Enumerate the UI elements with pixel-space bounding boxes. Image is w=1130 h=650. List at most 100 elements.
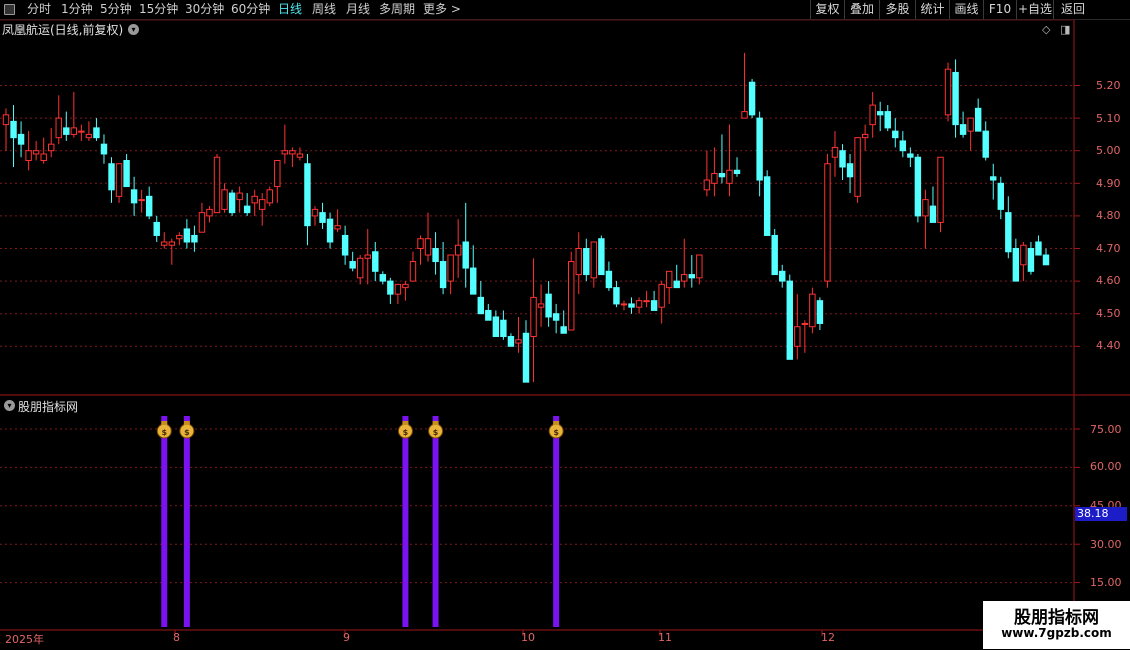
watermark-url: www.7gpzb.com — [1001, 626, 1112, 640]
candle-body-up — [85, 133, 93, 139]
money-bag-symbol: $ — [433, 428, 439, 437]
candle-body-down — [63, 127, 70, 135]
candle-body-down — [892, 130, 899, 139]
candle-body-down — [688, 274, 696, 279]
candle-body-up — [726, 169, 733, 184]
candle-body-up — [809, 293, 816, 328]
candle-body-down — [191, 234, 198, 243]
price-label: 4.80 — [1096, 209, 1121, 222]
candle-body-up — [25, 150, 32, 161]
candle-body-down — [763, 176, 771, 236]
signal-bar — [161, 416, 168, 627]
candle-body-up — [311, 208, 319, 217]
candle-body-up — [70, 127, 78, 135]
candle-body-down — [816, 300, 824, 324]
candle-body-up — [424, 238, 432, 256]
candle-body-down — [733, 169, 741, 175]
candle-body-down — [959, 124, 967, 135]
candle-body-up — [711, 173, 718, 184]
candle-body-up — [266, 189, 273, 204]
x-axis-label: 12 — [821, 631, 835, 644]
money-bag-symbol: $ — [184, 428, 190, 437]
candle-body-down — [914, 156, 922, 217]
candle-body-down — [439, 261, 447, 289]
candle-body-up — [296, 153, 304, 158]
candle-body-up — [334, 225, 341, 230]
candle-body-up — [515, 339, 522, 344]
candle-body-down — [470, 267, 477, 295]
diamond-icon[interactable]: ◇ — [1042, 23, 1050, 36]
candle-body-up — [643, 300, 650, 303]
candle-body-up — [922, 199, 929, 217]
candle-body-down — [1012, 248, 1020, 282]
candle-body-down — [605, 270, 613, 289]
candle-body-up — [409, 261, 417, 282]
candle-body-down — [17, 133, 25, 145]
signal-bar — [553, 416, 560, 627]
candle-body-down — [145, 195, 153, 217]
candle-body-up — [590, 241, 598, 279]
candle-body-up — [48, 143, 55, 152]
indicator-bars: $ $ $ $ $ — [156, 416, 564, 627]
candle-body-down — [952, 71, 959, 126]
candle-body-up — [417, 238, 424, 250]
chart-title: 凤凰航运(日线,前复权) — [2, 21, 123, 38]
candle-body-down — [130, 189, 138, 204]
watermark-title: 股朋指标网 — [1014, 608, 1099, 628]
candle-body-down — [372, 251, 379, 272]
price-label: 4.90 — [1096, 177, 1121, 190]
candle-body-down — [839, 150, 846, 168]
chart-options-dropdown-icon[interactable]: ▾ — [128, 24, 139, 35]
candle-body-down — [387, 280, 394, 295]
price-label: 5.00 — [1096, 144, 1121, 157]
candle-body-down — [560, 326, 567, 334]
x-axis-label: 11 — [658, 631, 672, 644]
candle-body-down — [1005, 212, 1012, 253]
candle-body-up — [206, 208, 213, 217]
signal-bar — [432, 416, 439, 627]
candle-body-down — [718, 173, 726, 178]
candle-body-down — [93, 127, 100, 139]
candle-body-up — [861, 133, 869, 139]
candle-body-up — [447, 254, 454, 282]
money-bag-symbol: $ — [403, 428, 409, 437]
candle-body-up — [620, 303, 628, 306]
candle-body-down — [552, 313, 560, 321]
indicator-axis-label: 30.00 — [1090, 538, 1122, 551]
candle-body-down — [304, 163, 311, 227]
money-bag-tie — [553, 421, 560, 425]
indicator-options-dropdown-icon[interactable]: ▾ — [4, 400, 15, 411]
candle-body-up — [831, 146, 839, 158]
candle-body-down — [462, 241, 469, 269]
candle-body-up — [635, 300, 643, 308]
candle-body-up — [40, 153, 47, 161]
candle-body-up — [1020, 244, 1027, 266]
indicator-axis-label: 75.00 — [1090, 423, 1122, 436]
candle-body-down — [598, 238, 605, 276]
money-bag-tie — [402, 421, 409, 425]
candle-body-up — [259, 199, 266, 210]
candle-body-up — [274, 159, 281, 188]
chart-surface[interactable]: $ $ $ $ $ — [0, 0, 1130, 650]
candle-body-up — [568, 261, 575, 331]
candle-body-up — [741, 111, 748, 119]
candle-body-up — [703, 179, 711, 191]
candle-body-down — [507, 336, 515, 347]
candle-body-up — [198, 212, 206, 233]
indicator-current-value: 38.18 — [1075, 507, 1127, 521]
panel-toggle-icon[interactable]: ◨ — [1060, 23, 1070, 36]
candle-body-up — [869, 104, 876, 126]
candle-body-down — [1035, 241, 1042, 256]
candle-body-down — [319, 212, 326, 223]
candle-body-up — [251, 195, 258, 204]
candle-body-up — [55, 117, 62, 139]
candle-body-down — [884, 111, 891, 129]
indicator-axis-label: 60.00 — [1090, 460, 1122, 473]
candle-body-down — [349, 261, 356, 269]
candle-body-down — [1042, 254, 1050, 266]
price-label: 5.20 — [1096, 79, 1121, 92]
candle-body-up — [696, 254, 703, 279]
money-bag-symbol: $ — [161, 428, 167, 437]
candle-body-down — [628, 303, 635, 308]
x-axis-label: 8 — [173, 631, 180, 644]
